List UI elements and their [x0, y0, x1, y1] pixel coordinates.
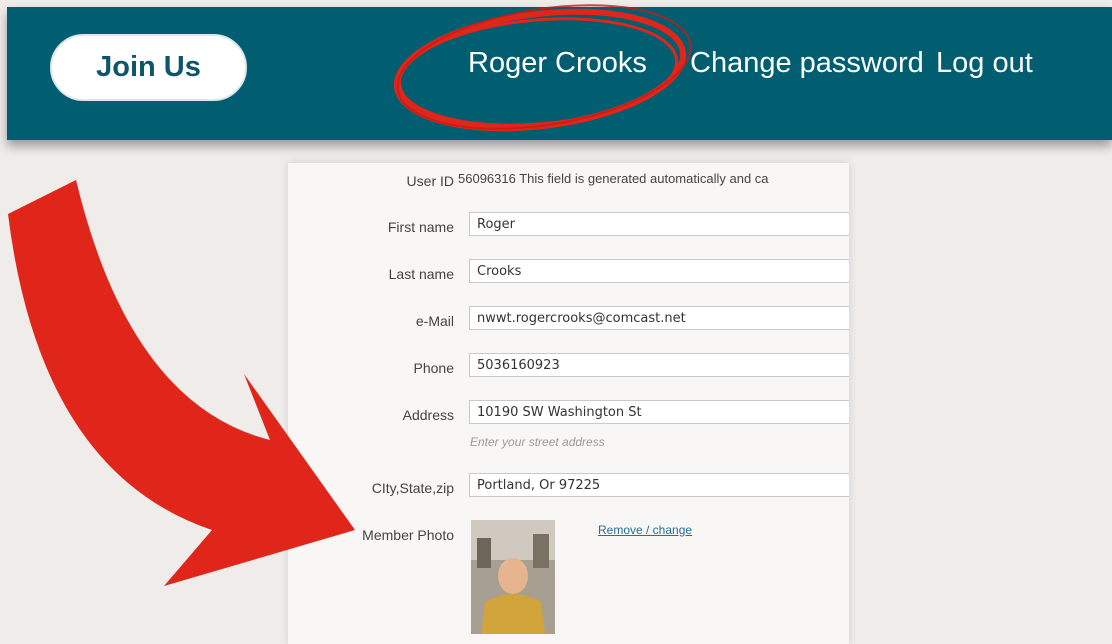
address-field[interactable] — [469, 400, 849, 424]
log-out-link[interactable]: Log out — [936, 47, 1033, 80]
address-label: Address — [402, 407, 454, 423]
address-hint: Enter your street address — [470, 435, 605, 449]
member-photo-label: Member Photo — [362, 527, 454, 543]
join-us-button[interactable]: Join Us — [50, 34, 247, 101]
user-name-link[interactable]: Roger Crooks — [468, 47, 647, 80]
remove-change-photo-link[interactable]: Remove / change — [598, 523, 692, 537]
last-name-field[interactable] — [469, 259, 849, 283]
email-field[interactable] — [469, 306, 849, 330]
member-photo-image — [471, 520, 555, 634]
user-id-label: User ID — [406, 173, 454, 189]
city-state-zip-field[interactable] — [469, 473, 849, 497]
first-name-label: First name — [387, 219, 454, 235]
last-name-label: Last name — [388, 266, 454, 282]
phone-field[interactable] — [469, 353, 849, 377]
top-nav-bar: Join Us Roger Crooks Change password Log… — [7, 7, 1112, 140]
email-label: e-Mail — [415, 313, 454, 329]
member-photo — [471, 520, 555, 634]
change-password-link[interactable]: Change password — [690, 47, 924, 80]
user-id-value: 56096316 This field is generated automat… — [458, 171, 769, 186]
phone-label: Phone — [413, 360, 454, 376]
city-state-zip-label: CIty,State,zip — [371, 480, 454, 496]
first-name-field[interactable] — [469, 212, 849, 236]
profile-form: User ID 56096316 This field is generated… — [288, 163, 849, 644]
